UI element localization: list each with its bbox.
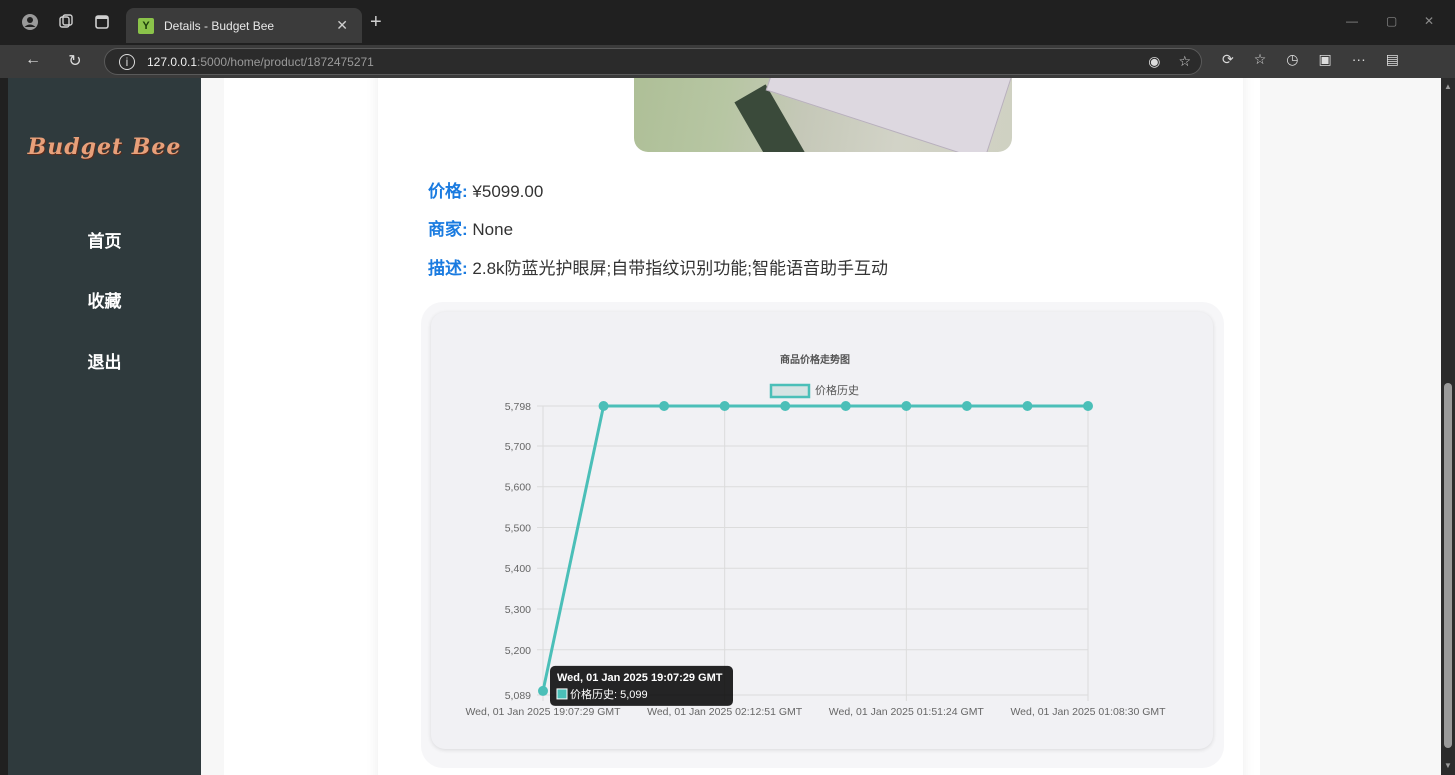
chart-panel — [431, 312, 1213, 749]
history-icon[interactable]: ◷ — [1286, 51, 1298, 68]
browser-tab[interactable]: Y Details - Budget Bee ✕ — [126, 8, 362, 43]
sidebar-item-favorites[interactable]: 收藏 — [8, 287, 201, 312]
collections-icon[interactable]: ▣ — [1319, 51, 1332, 68]
tab-actions-icon[interactable] — [92, 12, 112, 32]
description-row: 描述: 2.8k防蓝光护眼屏;自带指纹识别功能;智能语音助手互动 — [428, 254, 888, 279]
data-point[interactable] — [780, 401, 791, 411]
workspaces-icon[interactable] — [56, 12, 76, 32]
profile-icon[interactable] — [20, 12, 40, 32]
price-value: ¥5099.00 — [472, 182, 544, 201]
merchant-label: 商家: — [428, 220, 468, 239]
minimize-icon[interactable]: — — [1346, 14, 1358, 28]
refresh-icon[interactable]: ↻ — [64, 51, 86, 71]
address-bar[interactable]: i 127.0.0.1:5000/home/product/1872475271… — [104, 48, 1202, 75]
close-tab-icon[interactable]: ✕ — [336, 17, 348, 34]
restore-icon[interactable]: ▢ — [1386, 14, 1397, 28]
scroll-down-icon[interactable]: ▼ — [1444, 761, 1452, 770]
extensions-icon[interactable]: ⟳ — [1222, 51, 1234, 68]
page-viewport: 价格: ¥5099.00 商家: None 描述: 2.8k防蓝光护眼屏;自带指… — [8, 78, 1441, 775]
data-point[interactable] — [1083, 401, 1093, 411]
favorites-icon[interactable]: ☆ — [1254, 51, 1267, 68]
data-point[interactable] — [598, 401, 609, 411]
price-label: 价格: — [428, 182, 468, 201]
data-point[interactable] — [659, 401, 670, 411]
description-label: 描述: — [428, 259, 468, 278]
favicon-icon: Y — [138, 17, 154, 34]
brand-logo[interactable]: Budget Bee — [8, 134, 201, 160]
data-point[interactable] — [840, 401, 851, 411]
description-value: 2.8k防蓝光护眼屏;自带指纹识别功能;智能语音助手互动 — [472, 259, 888, 278]
data-point[interactable] — [538, 685, 548, 696]
scrollbar-thumb[interactable] — [1444, 383, 1452, 748]
site-info-icon[interactable]: i — [119, 53, 135, 70]
close-window-icon[interactable]: ✕ — [1424, 14, 1434, 28]
browser-toolbar: ← ↻ i 127.0.0.1:5000/home/product/187247… — [0, 45, 1455, 78]
vertical-scrollbar[interactable]: ▲ ▼ — [1441, 78, 1455, 775]
sidebar-toggle-icon[interactable]: ▤ — [1386, 51, 1399, 68]
data-point[interactable] — [1022, 401, 1033, 411]
back-icon[interactable]: ← — [22, 51, 44, 69]
sidebar: Budget Bee 首页 收藏 退出 — [8, 78, 201, 775]
merchant-row: 商家: None — [428, 215, 513, 240]
data-point[interactable] — [901, 401, 912, 411]
chart-legend[interactable]: 价格历史 — [769, 383, 859, 399]
favorite-star-icon[interactable]: ☆ — [1178, 53, 1191, 70]
tab-title: Details - Budget Bee — [164, 18, 275, 33]
new-tab-icon[interactable]: + — [370, 12, 382, 32]
product-image — [634, 78, 1012, 152]
sidebar-item-home[interactable]: 首页 — [8, 227, 201, 252]
scroll-up-icon[interactable]: ▲ — [1444, 82, 1452, 91]
merchant-value: None — [472, 220, 514, 239]
legend-label: 价格历史 — [815, 383, 859, 397]
price-row: 价格: ¥5099.00 — [428, 177, 543, 202]
more-icon[interactable]: ··· — [1352, 51, 1366, 68]
data-point[interactable] — [719, 401, 730, 411]
data-point[interactable] — [961, 401, 972, 411]
edge-icon[interactable]: ◉ — [1148, 53, 1160, 70]
url-text: 127.0.0.1:5000/home/product/1872475271 — [147, 54, 374, 69]
sidebar-item-logout[interactable]: 退出 — [8, 348, 201, 373]
browser-titlebar: Y Details - Budget Bee ✕ + — ▢ ✕ — [0, 0, 1455, 45]
legend-swatch — [769, 383, 811, 399]
